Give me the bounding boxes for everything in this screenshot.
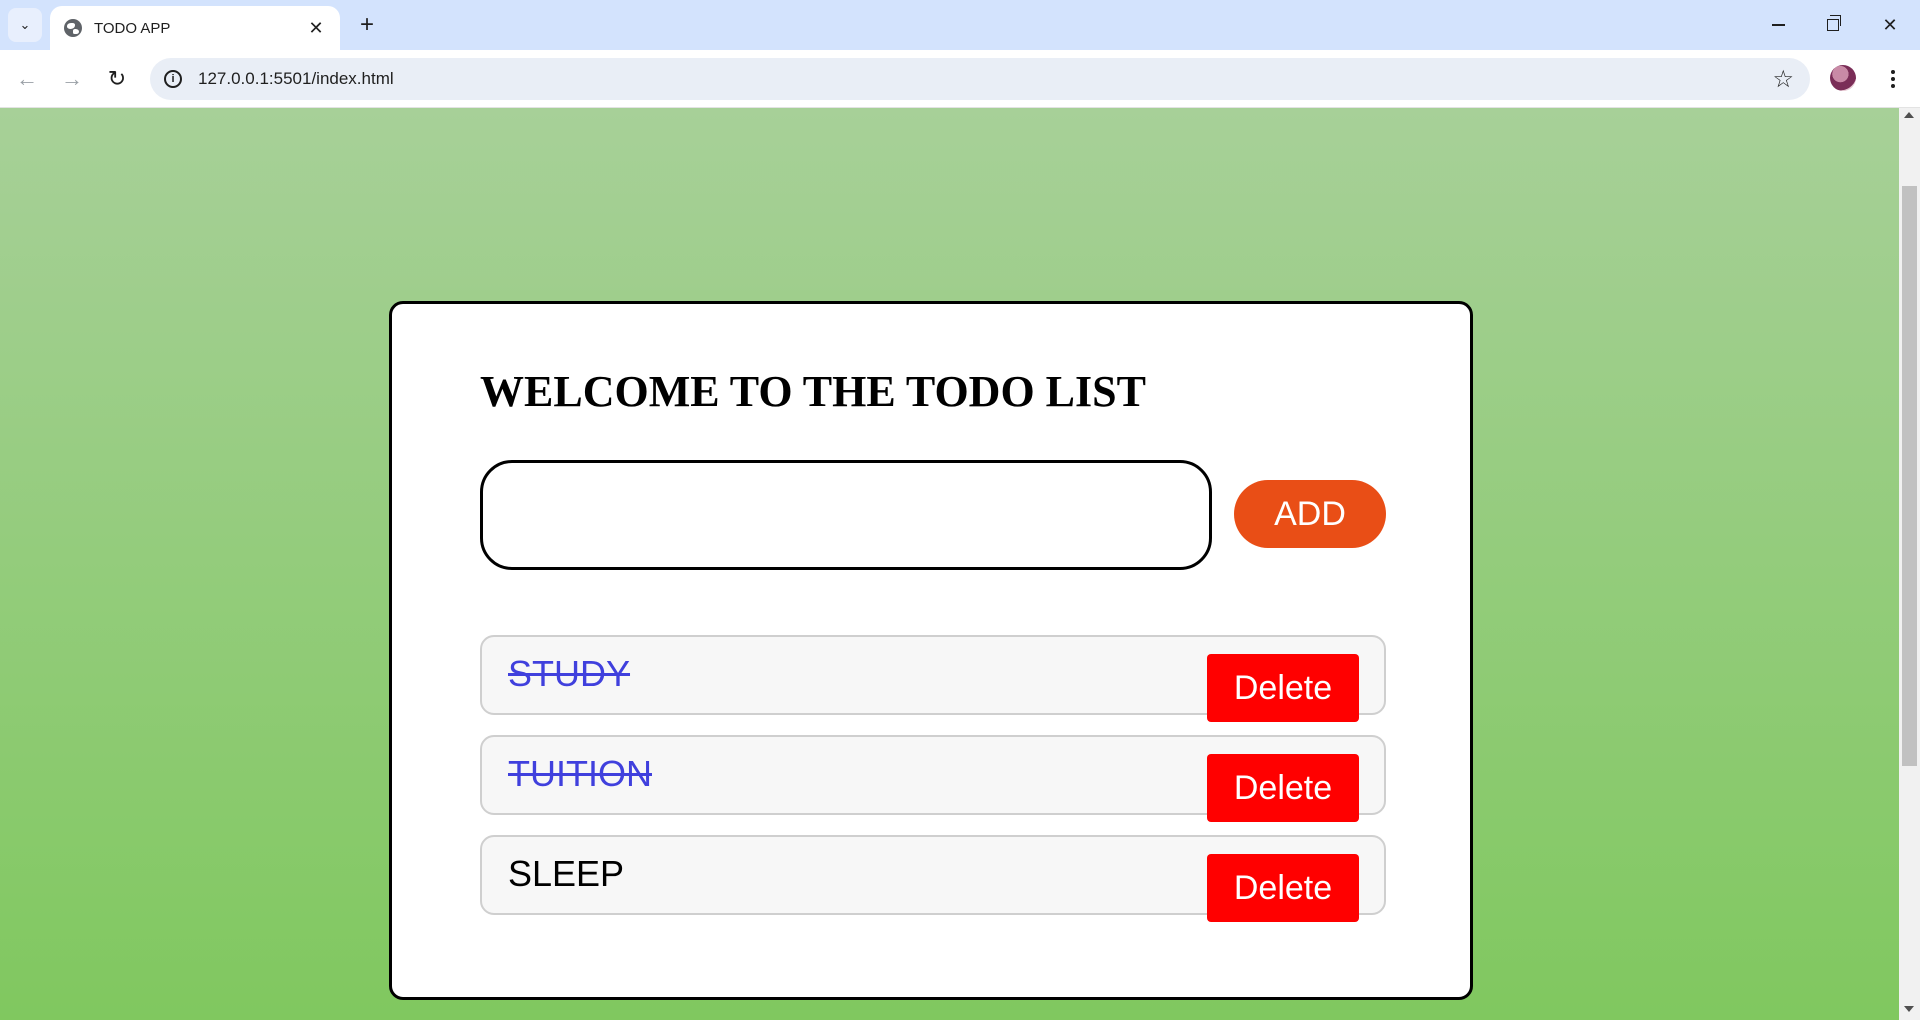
todo-card: WELCOME TO THE TODO LIST ADD STUDY Delet…: [389, 301, 1473, 1000]
profile-avatar[interactable]: [1830, 65, 1856, 91]
globe-icon: [64, 19, 82, 37]
minimize-window-button[interactable]: [1758, 8, 1798, 42]
forward-arrow-right-icon[interactable]: →: [55, 62, 89, 96]
browser-tab-bar: ⌄ TODO APP ✕ + ✕: [0, 0, 1920, 50]
back-arrow-left-icon[interactable]: ←: [10, 62, 44, 96]
todo-text[interactable]: TUITION: [508, 753, 652, 795]
todo-item: SLEEP Delete: [480, 835, 1386, 922]
address-bar[interactable]: i 127.0.0.1:5501/index.html ☆: [150, 58, 1810, 100]
scrollbar-thumb[interactable]: [1902, 186, 1917, 766]
browser-menu-kebab-icon[interactable]: [1878, 62, 1908, 96]
close-icon[interactable]: ✕: [306, 18, 326, 39]
todo-item: TUITION Delete: [480, 735, 1386, 822]
site-info-icon[interactable]: i: [164, 70, 182, 88]
add-button[interactable]: ADD: [1234, 480, 1386, 548]
scroll-up-arrow-icon[interactable]: [1904, 112, 1914, 118]
bookmark-star-icon[interactable]: ☆: [1772, 65, 1794, 94]
page-viewport: WELCOME TO THE TODO LIST ADD STUDY Delet…: [0, 108, 1899, 1020]
close-window-button[interactable]: ✕: [1870, 8, 1910, 42]
tab-search-chevron-down-icon[interactable]: ⌄: [8, 8, 42, 42]
todo-text[interactable]: SLEEP: [508, 853, 624, 895]
todo-item: STUDY Delete: [480, 635, 1386, 722]
delete-button[interactable]: Delete: [1207, 854, 1359, 922]
delete-button[interactable]: Delete: [1207, 754, 1359, 822]
restore-window-button[interactable]: [1813, 8, 1853, 42]
todo-input[interactable]: [480, 460, 1212, 570]
browser-tab[interactable]: TODO APP ✕: [50, 6, 340, 50]
minimize-icon: [1771, 24, 1785, 26]
scroll-down-arrow-icon[interactable]: [1904, 1006, 1914, 1012]
url-text[interactable]: 127.0.0.1:5501/index.html: [198, 69, 1772, 89]
tab-title: TODO APP: [94, 19, 171, 37]
browser-toolbar: ← → ↻ i 127.0.0.1:5501/index.html ☆: [0, 50, 1920, 108]
restore-icon: [1827, 15, 1841, 31]
new-tab-plus-icon[interactable]: +: [352, 10, 382, 40]
page-title: WELCOME TO THE TODO LIST: [480, 367, 1146, 416]
reload-icon[interactable]: ↻: [100, 62, 134, 96]
todo-text[interactable]: STUDY: [508, 653, 630, 695]
delete-button[interactable]: Delete: [1207, 654, 1359, 722]
vertical-scrollbar[interactable]: [1899, 108, 1920, 1020]
todo-list: STUDY Delete TUITION Delete SLEEP Delete: [480, 635, 1386, 935]
